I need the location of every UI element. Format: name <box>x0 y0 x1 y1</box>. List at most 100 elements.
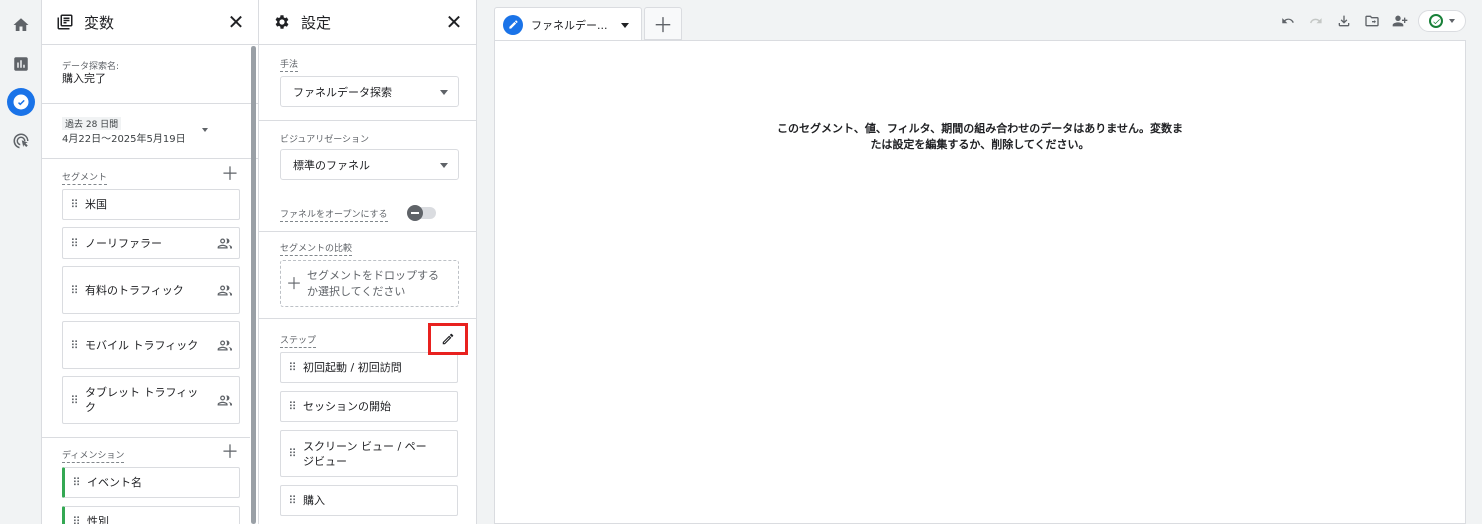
drag-handle-icon[interactable]: ⠿ <box>65 515 87 524</box>
chevron-down-icon <box>440 163 448 168</box>
check-icon <box>1429 14 1443 28</box>
redo-icon[interactable] <box>1302 10 1330 32</box>
step-chip[interactable]: ⠿ 購入 <box>280 485 458 516</box>
date-range-value: 4月22日〜2025年5月19日 <box>62 134 186 145</box>
visualization-select[interactable]: 標準のファネル <box>280 149 459 180</box>
segment-drop-text: セグメントをドロップするか選択してください <box>307 268 439 298</box>
segment-dropzone[interactable]: ＋ セグメントをドロップするか選択してください <box>280 260 459 307</box>
step-chip[interactable]: ⠿ セッションの開始 <box>280 391 458 422</box>
advertising-icon[interactable] <box>7 127 35 155</box>
open-funnel-toggle[interactable] <box>407 205 436 221</box>
add-tab-button[interactable]: ＋ <box>644 7 682 40</box>
download-icon[interactable] <box>1330 10 1358 32</box>
segment-label: ノーリファラー <box>85 236 162 250</box>
technique-value: ファネルデータ探索 <box>293 85 392 99</box>
divider <box>259 120 477 121</box>
segment-chip[interactable]: ⠿ 米国 <box>62 189 240 220</box>
segment-chip[interactable]: ⠿ モバイル トラフィック <box>62 321 240 369</box>
technique-label: 手法 <box>280 57 299 72</box>
drag-handle-icon[interactable]: ⠿ <box>281 400 303 413</box>
empty-state-message: このセグメント、値、フィルタ、期間の組み合わせのデータはありません。変数または設… <box>777 122 1183 151</box>
settings-header: 設定 ✕ <box>259 0 476 45</box>
divider <box>42 437 250 438</box>
variables-title: 変数 <box>84 13 115 32</box>
dimension-label: 性別 <box>87 515 109 524</box>
drag-handle-icon[interactable]: ⠿ <box>63 237 85 250</box>
undo-icon[interactable] <box>1274 10 1302 32</box>
app-root: 変数 ✕ データ探索名: 購入完了 過去 28 日間 4月22日〜2025年5月… <box>0 0 1482 524</box>
add-user-icon[interactable] <box>1386 10 1414 32</box>
step-label: 初回起動 / 初回訪問 <box>303 361 402 374</box>
home-icon[interactable] <box>7 11 35 39</box>
toolbar <box>1274 10 1466 32</box>
user-segment-icon <box>209 338 239 353</box>
reports-icon[interactable] <box>7 50 35 78</box>
drag-handle-icon[interactable]: ⠿ <box>63 394 85 407</box>
segment-label: モバイル トラフィック <box>85 338 199 352</box>
close-icon[interactable]: ✕ <box>444 10 464 34</box>
step-label: スクリーン ビュー / ページビュー <box>303 439 427 468</box>
step-chip[interactable]: ⠿ スクリーン ビュー / ページビュー <box>280 430 458 477</box>
add-segment-icon[interactable]: ＋ <box>221 166 239 184</box>
left-nav-rail <box>0 0 42 524</box>
add-dimension-icon[interactable]: ＋ <box>221 444 239 462</box>
technique-select[interactable]: ファネルデータ探索 <box>280 76 459 107</box>
dimension-chip[interactable]: ⠿ 性別 <box>62 506 240 524</box>
settings-panel: 設定 ✕ 手法 ファネルデータ探索 ビジュアリゼーション 標準のファネル ファネ… <box>259 0 477 524</box>
visualization-label: ビジュアリゼーション <box>280 135 370 145</box>
user-segment-icon <box>209 236 239 251</box>
visualization-value: 標準のファネル <box>293 158 370 172</box>
close-icon[interactable]: ✕ <box>226 10 246 34</box>
segment-compare-label: セグメントの比較 <box>280 241 353 256</box>
user-segment-icon <box>209 283 239 298</box>
drag-handle-icon[interactable]: ⠿ <box>281 361 303 374</box>
tab-funnel[interactable]: ファネルデー... <box>494 7 642 41</box>
drag-handle-icon[interactable]: ⠿ <box>63 284 85 297</box>
drag-handle-icon[interactable]: ⠿ <box>281 494 303 507</box>
dimension-chip[interactable]: ⠿ イベント名 <box>62 467 240 498</box>
segment-chip[interactable]: ⠿ 有料のトラフィック <box>62 266 240 314</box>
step-label: 購入 <box>303 494 325 507</box>
segment-label: 米国 <box>85 198 107 211</box>
drag-handle-icon[interactable]: ⠿ <box>65 476 87 489</box>
exploration-name-input[interactable]: 購入完了 <box>62 70 106 86</box>
segment-label: タブレット トラフィック <box>85 386 199 414</box>
scrollbar-thumb[interactable] <box>251 46 256 524</box>
explore-icon[interactable] <box>7 88 35 116</box>
segment-chip[interactable]: ⠿ ノーリファラー <box>62 227 240 259</box>
exploration-name-section: データ探索名: 購入完了 <box>42 45 258 104</box>
chevron-down-icon <box>1449 19 1455 23</box>
date-range-preset: 過去 28 日間 <box>62 117 122 130</box>
step-chip[interactable]: ⠿ 初回起動 / 初回訪問 <box>280 352 458 383</box>
exploration-canvas[interactable]: このセグメント、値、フィルタ、期間の組み合わせのデータはありません。変数または設… <box>494 40 1466 524</box>
divider <box>259 318 477 319</box>
drag-handle-icon[interactable]: ⠿ <box>63 198 85 211</box>
scrollbar[interactable] <box>251 46 256 524</box>
chevron-down-icon[interactable] <box>621 23 629 28</box>
variables-header: 変数 ✕ <box>42 0 258 45</box>
dimensions-label: ディメンション <box>62 448 125 463</box>
pencil-icon[interactable] <box>503 14 523 35</box>
gear-icon <box>273 12 293 32</box>
step-label: セッションの開始 <box>303 400 391 413</box>
chevron-down-icon[interactable] <box>202 128 208 132</box>
edit-steps-button[interactable] <box>428 323 468 355</box>
chevron-down-icon <box>440 90 448 95</box>
drag-handle-icon[interactable]: ⠿ <box>281 447 303 460</box>
toggle-knob <box>407 205 423 221</box>
share-icon[interactable] <box>1358 10 1386 32</box>
divider <box>259 231 477 232</box>
add-icon: ＋ <box>285 273 302 293</box>
steps-label: ステップ <box>280 333 317 348</box>
dimension-label: イベント名 <box>87 476 142 489</box>
tab-label: ファネルデー... <box>531 18 608 32</box>
segment-chip[interactable]: ⠿ タブレット トラフィック <box>62 376 240 424</box>
pencil-icon <box>442 333 454 345</box>
variables-icon <box>56 12 76 32</box>
drag-handle-icon[interactable]: ⠿ <box>63 339 85 352</box>
segment-label: 有料のトラフィック <box>85 283 184 297</box>
variables-panel: 変数 ✕ データ探索名: 購入完了 過去 28 日間 4月22日〜2025年5月… <box>42 0 259 524</box>
settings-title: 設定 <box>301 13 332 32</box>
date-range-section[interactable]: 過去 28 日間 4月22日〜2025年5月19日 <box>42 104 258 159</box>
status-indicator[interactable] <box>1418 10 1466 32</box>
